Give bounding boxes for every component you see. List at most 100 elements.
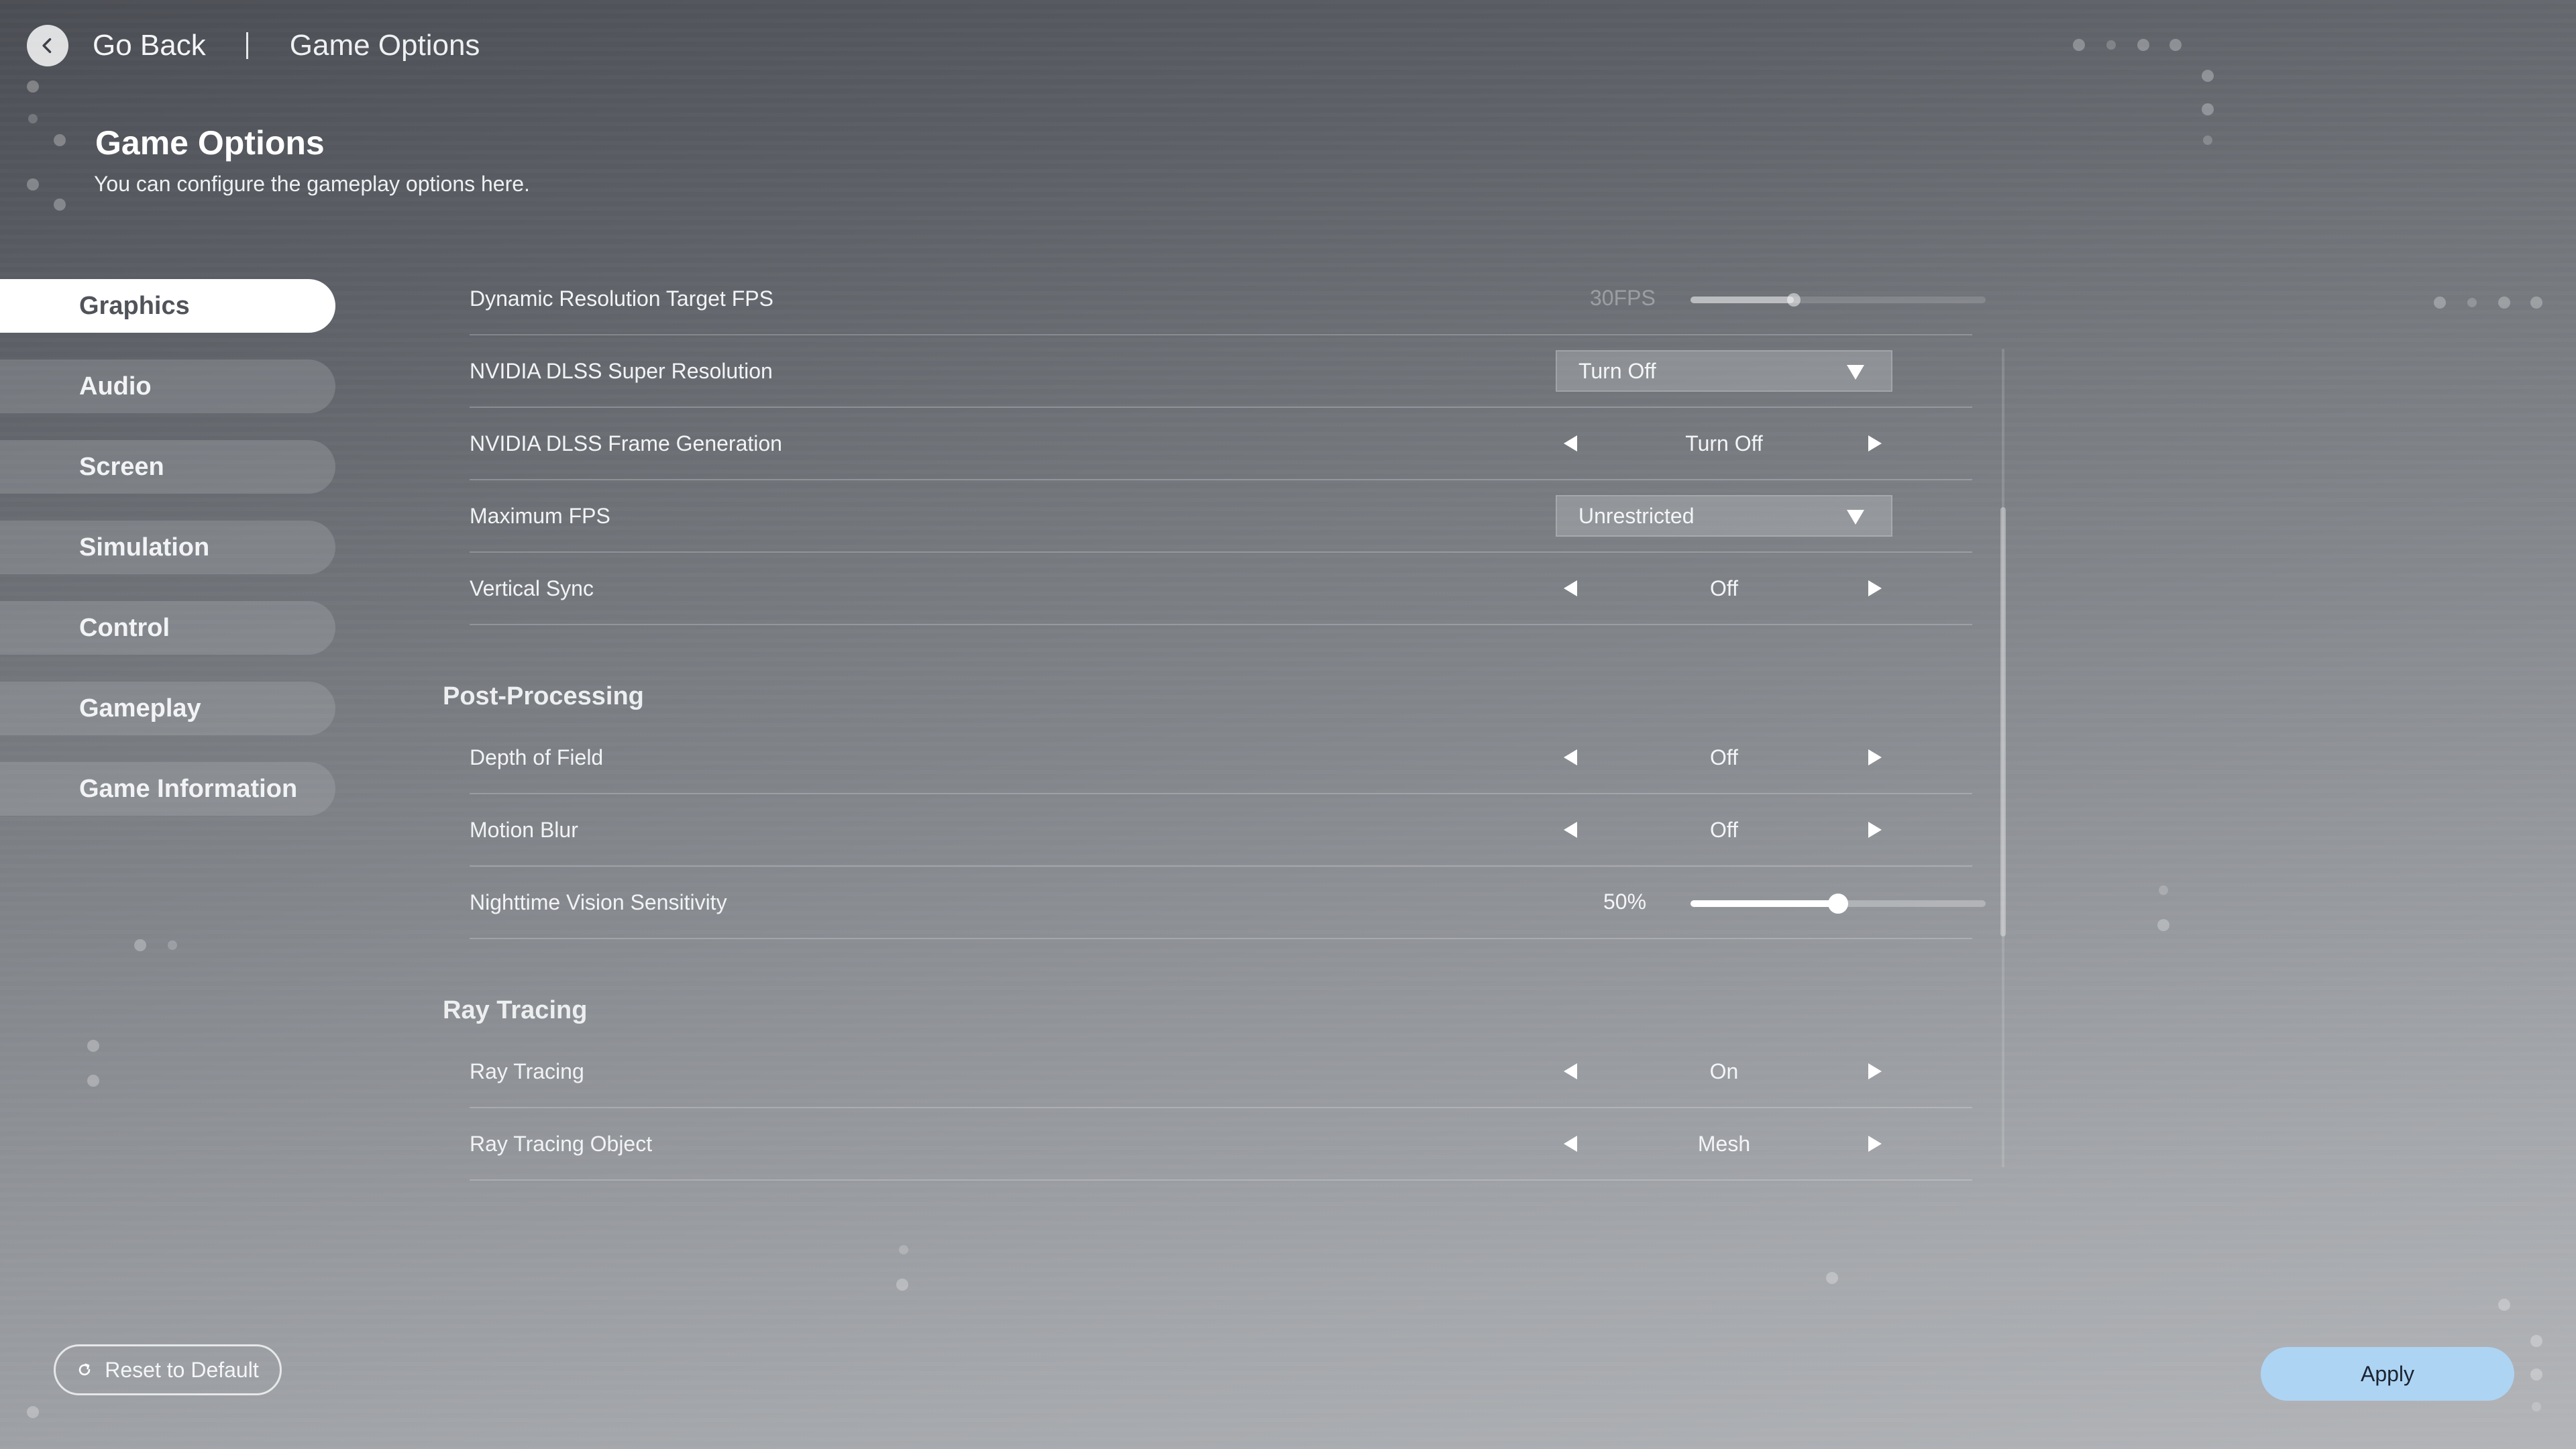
stepper-value: Off	[1709, 576, 1739, 600]
decor-dot	[2157, 919, 2169, 931]
setting-row-ray-tracing-object: Ray Tracing Object Mesh	[470, 1108, 1972, 1181]
breadcrumb-title: Game Options	[289, 29, 480, 62]
caret-down-icon	[1847, 510, 1864, 525]
go-back-link[interactable]: Go Back	[93, 29, 206, 62]
setting-row-dlss-super-resolution: NVIDIA DLSS Super Resolution Turn Off	[470, 335, 1972, 408]
sidebar: Graphics Audio Screen Simulation Control…	[0, 279, 335, 843]
slider-fill	[1690, 900, 1838, 907]
arrow-left-icon[interactable]	[1564, 1136, 1580, 1152]
decor-dot	[2159, 885, 2168, 895]
reset-label: Reset to Default	[105, 1357, 259, 1382]
sidebar-item-audio[interactable]: Audio	[0, 360, 335, 413]
setting-label: Depth of Field	[470, 745, 604, 769]
decor-dot	[54, 134, 66, 146]
arrow-left-icon[interactable]	[1564, 580, 1580, 596]
decor-dot	[2532, 1402, 2541, 1411]
decor-dot	[27, 80, 39, 93]
slider-fill	[1690, 297, 1794, 303]
decor-dot	[2498, 297, 2510, 309]
sidebar-item-gameplay[interactable]: Gameplay	[0, 682, 335, 735]
decor-dot	[2498, 1299, 2510, 1311]
setting-label: Maximum FPS	[470, 503, 610, 528]
decor-dot	[2530, 1335, 2542, 1347]
decor-dot	[87, 1075, 99, 1087]
stepper-value: Off	[1709, 817, 1739, 842]
arrow-right-icon[interactable]	[1868, 749, 1884, 765]
reset-to-default-button[interactable]: Reset to Default	[54, 1344, 282, 1395]
slider-knob[interactable]	[1828, 894, 1848, 914]
dlss-super-resolution-dropdown[interactable]: Turn Off	[1556, 350, 1892, 392]
nighttime-vision-slider[interactable]	[1690, 894, 1986, 914]
decor-dot	[2530, 297, 2542, 309]
stepper-value: Mesh	[1697, 1131, 1751, 1156]
sidebar-item-screen[interactable]: Screen	[0, 440, 335, 494]
refresh-icon	[79, 1363, 91, 1376]
sidebar-item-simulation[interactable]: Simulation	[0, 521, 335, 574]
setting-row-vertical-sync: Vertical Sync Off	[470, 553, 1972, 625]
dynamic-resolution-slider[interactable]	[1690, 293, 1986, 307]
setting-value: 30FPS	[1590, 286, 1656, 310]
stepper-value: Off	[1709, 745, 1739, 769]
sidebar-item-control[interactable]: Control	[0, 601, 335, 655]
decor-dot	[134, 939, 146, 951]
decor-dot	[2106, 40, 2116, 50]
setting-label: Dynamic Resolution Target FPS	[470, 286, 773, 311]
decor-dot	[2169, 39, 2182, 51]
decor-dot	[27, 178, 39, 191]
maximum-fps-dropdown[interactable]: Unrestricted	[1556, 495, 1892, 537]
arrow-left-icon[interactable]	[1564, 749, 1580, 765]
decor-dot	[2203, 136, 2212, 145]
back-button[interactable]	[27, 25, 68, 66]
setting-row-nighttime-vision: Nighttime Vision Sensitivity 50%	[470, 867, 1986, 939]
arrow-left-icon[interactable]	[1564, 435, 1580, 451]
dropdown-value: Turn Off	[1578, 358, 1656, 383]
page-title: Game Options	[95, 124, 325, 162]
section-title-ray-tracing: Ray Tracing	[443, 996, 588, 1024]
arrow-right-icon[interactable]	[1868, 822, 1884, 838]
setting-label: NVIDIA DLSS Super Resolution	[470, 358, 773, 383]
arrow-right-icon[interactable]	[1868, 580, 1884, 596]
arrow-right-icon[interactable]	[1868, 1063, 1884, 1079]
page-subtitle: You can configure the gameplay options h…	[94, 172, 530, 196]
motion-blur-stepper: Off	[1556, 809, 1892, 851]
setting-value: 50%	[1603, 890, 1647, 914]
setting-label: Ray Tracing	[470, 1059, 584, 1083]
decor-dot	[2202, 70, 2214, 82]
setting-label: Nighttime Vision Sensitivity	[470, 890, 727, 914]
decor-dot	[27, 1406, 39, 1418]
arrow-left-icon[interactable]	[1564, 1063, 1580, 1079]
decor-dot	[2137, 39, 2149, 51]
stepper-value: Turn Off	[1685, 431, 1763, 455]
decor-dot	[2202, 103, 2214, 115]
stepper-value: On	[1709, 1059, 1739, 1083]
decor-dot	[2530, 1368, 2542, 1381]
setting-row-dynamic-resolution: Dynamic Resolution Target FPS 30FPS	[470, 263, 1986, 335]
depth-of-field-stepper: Off	[1556, 737, 1892, 778]
decor-dot	[896, 1279, 908, 1291]
setting-row-maximum-fps: Maximum FPS Unrestricted	[470, 480, 1972, 553]
arrow-right-icon[interactable]	[1868, 435, 1884, 451]
decor-dot	[54, 199, 66, 211]
decor-dot	[87, 1040, 99, 1052]
apply-button[interactable]: Apply	[2261, 1347, 2514, 1401]
setting-row-depth-of-field: Depth of Field Off	[470, 722, 1972, 794]
setting-label: Ray Tracing Object	[470, 1131, 653, 1156]
arrow-right-icon[interactable]	[1868, 1136, 1884, 1152]
arrow-left-icon[interactable]	[1564, 822, 1580, 838]
chevron-left-icon	[42, 38, 52, 54]
ray-tracing-object-stepper: Mesh	[1556, 1123, 1892, 1165]
settings-scrollbar[interactable]	[2000, 349, 2006, 1167]
setting-row-motion-blur: Motion Blur Off	[470, 794, 1972, 867]
decor-dot	[168, 941, 177, 950]
decor-dot	[899, 1245, 908, 1254]
sidebar-item-game-information[interactable]: Game Information	[0, 762, 335, 816]
setting-label: Vertical Sync	[470, 576, 594, 600]
sidebar-item-graphics[interactable]: Graphics	[0, 279, 335, 333]
decor-dot	[2434, 297, 2446, 309]
slider-knob[interactable]	[1787, 293, 1801, 307]
top-bar: Go Back Game Options	[27, 24, 480, 67]
ray-tracing-stepper: On	[1556, 1051, 1892, 1092]
setting-label: Motion Blur	[470, 817, 578, 842]
scrollbar-thumb[interactable]	[2000, 507, 2006, 936]
vertical-sync-stepper: Off	[1556, 568, 1892, 609]
